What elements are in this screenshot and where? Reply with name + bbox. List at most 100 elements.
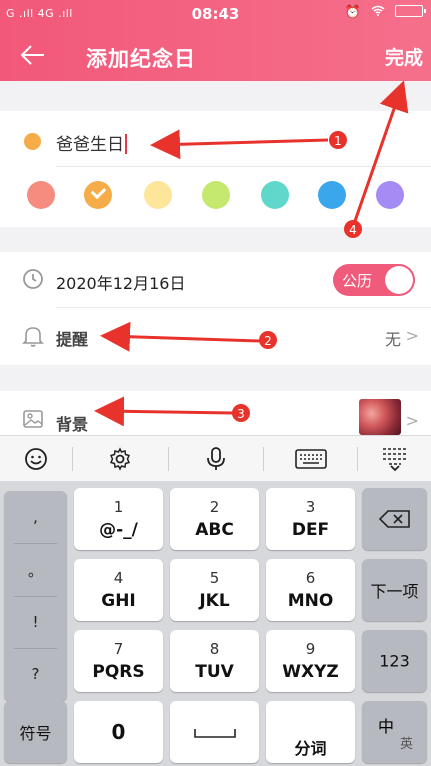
color-swatch-teal[interactable] (261, 181, 289, 209)
key-5[interactable]: 5 JKL (170, 559, 259, 621)
image-icon (23, 410, 43, 428)
keyboard-icon (295, 449, 327, 469)
key-4[interactable]: 4 GHI (74, 559, 163, 621)
punct-key[interactable]: ? (4, 648, 67, 700)
color-swatch-orange[interactable] (84, 181, 112, 209)
key-2[interactable]: 2 ABC (170, 488, 259, 550)
settings-button[interactable] (84, 436, 156, 482)
done-button[interactable]: 完成 (385, 43, 423, 70)
status-bar: G .ıll 4G .ıll 08:43 ⏰ (0, 0, 431, 30)
key-number: 6 (305, 569, 316, 587)
key-9[interactable]: 9 WXYZ (266, 630, 355, 692)
remind-value[interactable]: 无 (385, 326, 401, 350)
calendar-type-toggle[interactable]: 公历 (333, 264, 415, 296)
key-letters: MNO (287, 591, 334, 611)
next-field-key[interactable]: 下一项 (362, 559, 427, 621)
key-7[interactable]: 7 PQRS (74, 630, 163, 692)
punct-label: 。 (27, 562, 43, 580)
backspace-key[interactable] (362, 488, 427, 550)
key-letters: TUV (195, 662, 234, 682)
color-swatch-yellow[interactable] (144, 181, 172, 209)
punct-label: ? (31, 665, 40, 683)
remind-label[interactable]: 提醒 (56, 326, 88, 350)
numeric-mode-key[interactable]: 123 (362, 630, 427, 692)
key-number: 4 (113, 569, 124, 587)
key-letters: GHI (101, 591, 136, 611)
clock-icon (23, 269, 43, 289)
keyboard-switch-button[interactable] (275, 436, 347, 482)
color-swatch-green[interactable] (202, 181, 230, 209)
collapse-keyboard-button[interactable] (359, 436, 431, 482)
key-8[interactable]: 8 TUV (170, 630, 259, 692)
name-input[interactable]: 爸爸生日 (56, 130, 386, 155)
status-icons: ⏰ (344, 5, 426, 20)
key-number: 3 (305, 498, 316, 516)
emoji-icon (25, 448, 47, 470)
name-input-text: 爸爸生日 (56, 135, 124, 155)
punct-key[interactable]: 。 (4, 543, 67, 595)
bell-icon (22, 327, 44, 347)
key-6[interactable]: 6 MNO (266, 559, 355, 621)
divider (56, 307, 431, 308)
wifi-icon (371, 5, 389, 20)
settings-icon (109, 447, 131, 471)
text-caret (125, 134, 127, 154)
back-button[interactable] (18, 40, 50, 72)
numeric-mode-label: 123 (379, 651, 410, 671)
date-card: 2020年12月16日 公历 提醒 无 > (0, 252, 431, 365)
symbol-key[interactable]: 符号 (4, 701, 67, 763)
key-number: 2 (209, 498, 220, 516)
key-number: 9 (305, 640, 316, 658)
name-card: 爸爸生日 (0, 111, 431, 227)
page-title: 添加纪念日 (86, 47, 196, 71)
background-label[interactable]: 背景 (56, 411, 88, 435)
next-field-label: 下一项 (370, 582, 419, 601)
key-number: 0 (111, 720, 126, 744)
key-letters: DEF (291, 520, 330, 540)
key-1[interactable]: 1 @-_/ (74, 488, 163, 550)
color-swatch-blue[interactable] (318, 181, 346, 209)
chevron-right-icon: > (405, 326, 419, 345)
symbol-label: 符号 (19, 724, 52, 743)
toggle-label: 公历 (342, 272, 373, 290)
punct-key[interactable]: , (4, 491, 67, 543)
key-letters: ABC (195, 520, 234, 540)
language-switch-key[interactable]: 中 英 (362, 701, 427, 763)
back-arrow-icon (20, 45, 44, 65)
key-0[interactable]: 0 (74, 701, 163, 763)
divider (168, 447, 169, 471)
split-label: 分词 (294, 739, 327, 758)
color-swatch-red[interactable] (27, 181, 55, 209)
key-number: 7 (113, 640, 124, 658)
name-color-dot (24, 133, 41, 150)
lang-secondary-label: 英 (399, 737, 413, 752)
key-letters: JKL (199, 591, 230, 611)
voice-button[interactable] (180, 436, 252, 482)
key-3[interactable]: 3 DEF (266, 488, 355, 550)
battery-icon (395, 5, 426, 17)
punct-label: ! (32, 613, 39, 631)
color-swatch-purple[interactable] (376, 181, 404, 209)
divider (56, 166, 431, 167)
background-thumbnail[interactable] (359, 399, 401, 435)
date-value[interactable]: 2020年12月16日 (56, 270, 185, 294)
key-number: 1 (113, 498, 124, 516)
split-key[interactable]: 分词 (266, 701, 355, 763)
background-card: 背景 > (0, 391, 431, 435)
lang-primary-label: 中 (378, 717, 395, 736)
emoji-button[interactable] (0, 436, 72, 482)
space-key[interactable] (170, 701, 259, 763)
divider (263, 447, 264, 471)
backspace-icon (379, 510, 410, 528)
divider (72, 447, 73, 471)
key-letters: PQRS (92, 662, 145, 682)
mic-icon (207, 447, 225, 470)
key-number: 8 (209, 640, 220, 658)
collapse-icon (383, 448, 407, 472)
alarm-icon: ⏰ (344, 5, 361, 20)
space-icon (194, 729, 236, 738)
divider (357, 447, 358, 471)
nine-key-keyboard: , 。 ! ? 1 @-_/ 2 ABC 3 DEF 4 GHI 5 JKL 6… (0, 481, 431, 766)
toggle-knob (385, 266, 413, 294)
punct-key[interactable]: ! (4, 596, 67, 648)
